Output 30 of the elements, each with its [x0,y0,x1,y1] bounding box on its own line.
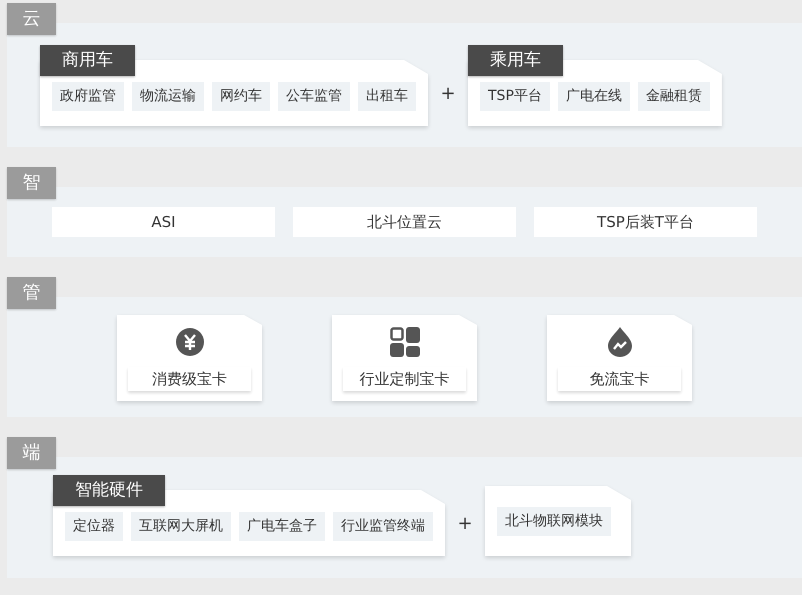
yen-icon [174,327,204,357]
group-title: 智能硬件 [53,475,165,506]
card-label: 消费级宝卡 [128,367,251,391]
item-chip: TSP平台 [480,82,550,111]
card-label: 行业定制宝卡 [343,367,466,391]
group-title: 商用车 [40,45,135,76]
item-chip: 出租车 [358,82,416,111]
section-tag: 管 [7,277,56,309]
item-chip: 互联网大屏机 [131,512,231,541]
plus-sign: + [439,82,457,106]
section-tag: 云 [7,3,56,35]
card-label: 免流宝卡 [558,367,681,391]
platform-bar: TSP后装T平台 [534,207,757,237]
item-chip: 北斗物联网模块 [497,507,611,536]
item-chip: 公车监管 [278,82,350,111]
item-chip: 广电车盒子 [239,512,325,541]
item-chip: 行业监管终端 [333,512,433,541]
section-tag: 端 [7,437,56,469]
item-chip: 网约车 [212,82,270,111]
item-chip: 广电在线 [558,82,630,111]
item-chip: 政府监管 [52,82,124,111]
plus-sign: + [456,512,474,536]
grid-icon [390,327,420,357]
platform-bar: 北斗位置云 [293,207,516,237]
item-chip: 定位器 [65,512,123,541]
group-title: 乘用车 [468,45,563,76]
section-tag: 智 [7,167,56,199]
item-chip: 物流运输 [132,82,204,111]
item-chip: 金融租赁 [638,82,710,111]
platform-bar: ASI [52,207,275,237]
